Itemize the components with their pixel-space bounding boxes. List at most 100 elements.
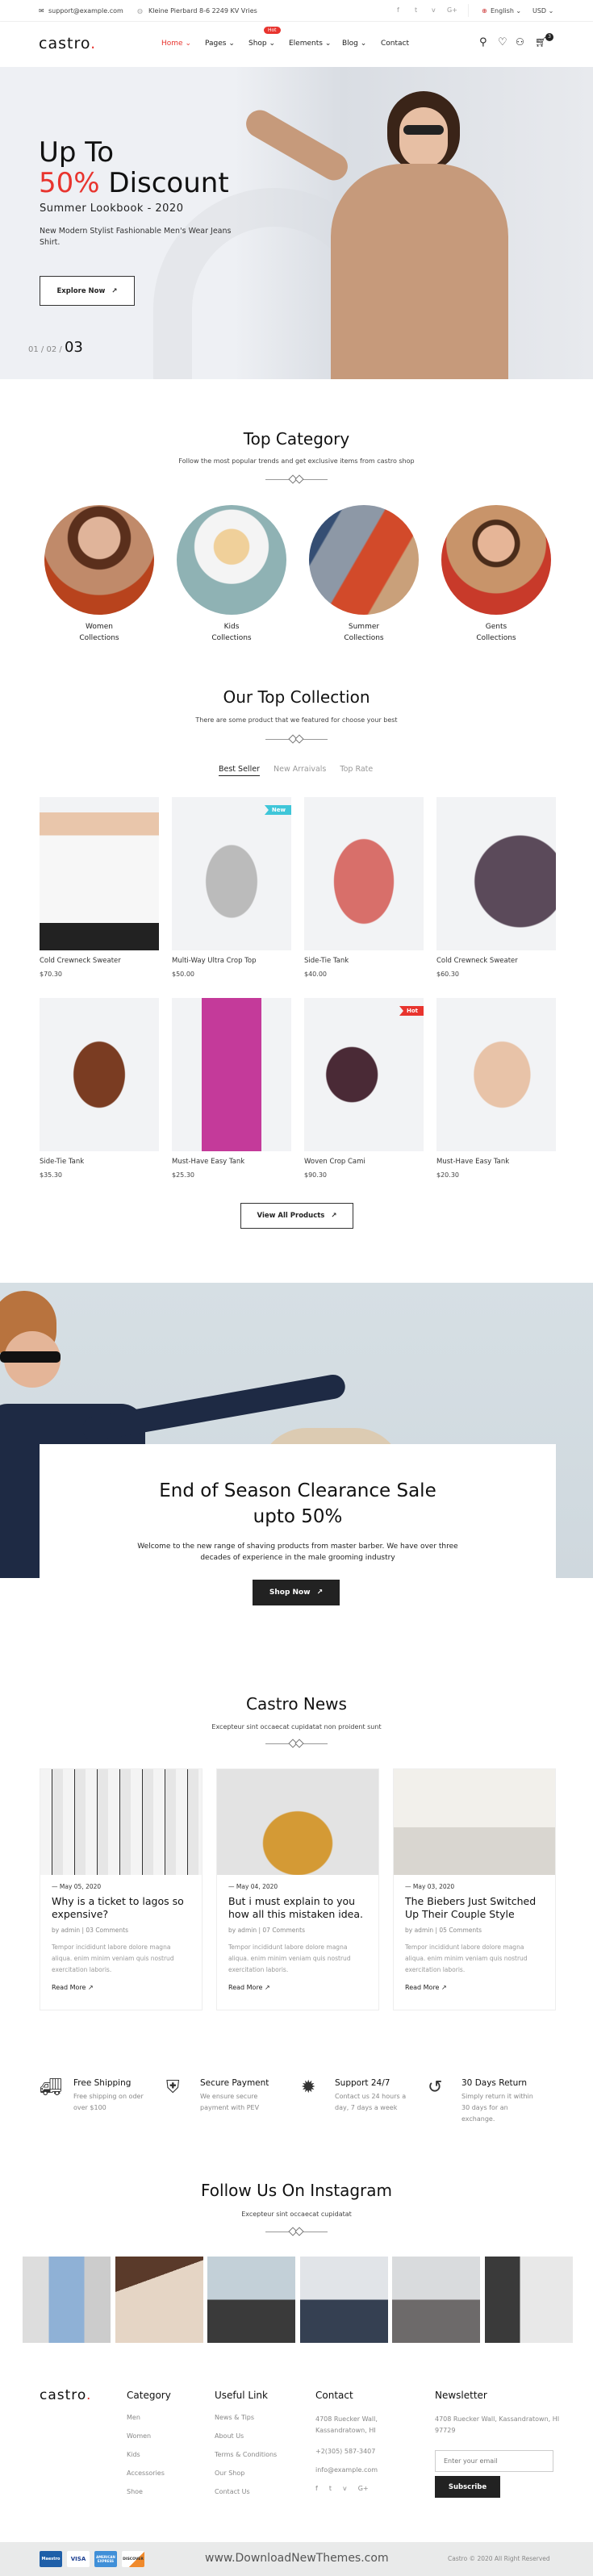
view-all-products-button[interactable]: View All Products ↗ bbox=[240, 1203, 353, 1229]
product-image[interactable] bbox=[304, 797, 424, 950]
search-icon[interactable]: ⚲ bbox=[479, 36, 487, 48]
language-select[interactable]: English ⌄ bbox=[491, 7, 521, 15]
product-image[interactable]: New bbox=[172, 797, 291, 950]
google-plus-icon[interactable]: G+ bbox=[447, 6, 457, 14]
news-image[interactable] bbox=[40, 1769, 202, 1875]
footer-link[interactable]: Men bbox=[127, 2414, 171, 2421]
product-card[interactable]: Side-Tie Tank $35.30 bbox=[40, 998, 159, 1179]
slide-1[interactable]: 01 bbox=[28, 345, 39, 354]
sale-text: Welcome to the new range of shaving prod… bbox=[137, 1543, 458, 1562]
news-image[interactable] bbox=[217, 1769, 378, 1875]
nav-elements[interactable]: Elements ⌄ bbox=[289, 40, 331, 48]
nav-blog[interactable]: Blog ⌄ bbox=[342, 40, 366, 48]
product-name[interactable]: Woven Crop Cami bbox=[304, 1158, 424, 1166]
product-card[interactable]: Cold Crewneck Sweater $70.30 bbox=[40, 797, 159, 978]
footer-contact-email[interactable]: info@example.com bbox=[315, 2466, 396, 2474]
product-name[interactable]: Multi-Way Ultra Crop Top bbox=[172, 957, 291, 965]
category-sub: Collections bbox=[211, 634, 252, 642]
product-card[interactable]: Hot Woven Crop Cami $90.30 bbox=[304, 998, 424, 1179]
product-name[interactable]: Side-Tie Tank bbox=[40, 1158, 159, 1166]
product-name[interactable]: Must-Have Easy Tank bbox=[436, 1158, 556, 1166]
slide-3-active[interactable]: 03 bbox=[65, 339, 83, 356]
footer-link[interactable]: About Us bbox=[215, 2432, 277, 2440]
currency-select[interactable]: USD ⌄ bbox=[532, 7, 553, 15]
footer-link[interactable]: Contact Us bbox=[215, 2488, 277, 2495]
facebook-icon[interactable]: f bbox=[315, 2485, 318, 2492]
news-image[interactable] bbox=[394, 1769, 555, 1875]
google-plus-icon[interactable]: G+ bbox=[358, 2485, 369, 2492]
subscribe-button[interactable]: Subscribe bbox=[435, 2476, 500, 2498]
category-image bbox=[309, 505, 419, 615]
footer-newsletter: Newsletter 4708 Ruecker Wall, Kassandrat… bbox=[435, 2390, 560, 2448]
category-summer[interactable]: Summer Collections bbox=[309, 505, 419, 644]
twitter-icon[interactable]: t bbox=[415, 6, 417, 14]
visa-icon: VISA bbox=[67, 2551, 90, 2567]
instagram-photo[interactable] bbox=[23, 2257, 111, 2343]
product-name[interactable]: Cold Crewneck Sweater bbox=[436, 957, 556, 965]
nav-contact[interactable]: Contact bbox=[381, 40, 409, 48]
news-title[interactable]: But i must explain to you how all this m… bbox=[228, 1895, 367, 1921]
category-kids[interactable]: Kids Collections bbox=[177, 505, 286, 644]
product-name[interactable]: Cold Crewneck Sweater bbox=[40, 957, 159, 965]
product-image[interactable] bbox=[40, 998, 159, 1151]
slide-2[interactable]: 02 bbox=[46, 345, 56, 354]
product-card[interactable]: New Multi-Way Ultra Crop Top $50.00 bbox=[172, 797, 291, 978]
footer-link[interactable]: Terms & Conditions bbox=[215, 2451, 277, 2458]
support-24-7-icon: ✹ bbox=[301, 2077, 316, 2098]
explore-now-button[interactable]: Explore Now ↗ bbox=[40, 276, 135, 306]
product-image[interactable] bbox=[172, 998, 291, 1151]
read-more-link[interactable]: Read More ↗ bbox=[52, 1984, 190, 1991]
logo-text: castro bbox=[39, 35, 91, 52]
facebook-icon[interactable]: f bbox=[397, 6, 399, 14]
footer-link[interactable]: Kids bbox=[127, 2451, 171, 2458]
twitter-icon[interactable]: t bbox=[329, 2485, 332, 2492]
product-price: $40.00 bbox=[304, 971, 327, 978]
language-value: English bbox=[491, 7, 514, 15]
news-author: by admin bbox=[228, 1927, 257, 1934]
footer-link[interactable]: Women bbox=[127, 2432, 171, 2440]
product-card[interactable]: Must-Have Easy Tank $20.30 bbox=[436, 998, 556, 1179]
category-women[interactable]: Women Collections bbox=[44, 505, 154, 644]
nav-pages[interactable]: Pages ⌄ bbox=[205, 40, 235, 48]
tab-new-arrivals[interactable]: New Arraivals bbox=[274, 765, 326, 774]
tab-best-seller[interactable]: Best Seller bbox=[219, 765, 260, 776]
product-card[interactable]: Side-Tie Tank $40.00 bbox=[304, 797, 424, 978]
product-image[interactable]: Hot bbox=[304, 998, 424, 1151]
instagram-photo[interactable] bbox=[299, 2257, 388, 2343]
instagram-photo[interactable] bbox=[115, 2257, 203, 2343]
product-image[interactable] bbox=[436, 797, 556, 950]
news-title[interactable]: The Biebers Just Switched Up Their Coupl… bbox=[405, 1895, 544, 1921]
tab-top-rate[interactable]: Top Rate bbox=[340, 765, 373, 774]
instagram-photo[interactable] bbox=[207, 2257, 295, 2343]
product-card[interactable]: Cold Crewneck Sweater $60.30 bbox=[436, 797, 556, 978]
news-title[interactable]: Why is a ticket to lagos so expensive? bbox=[52, 1895, 190, 1921]
vimeo-icon[interactable]: v bbox=[343, 2485, 347, 2492]
category-gents[interactable]: Gents Collections bbox=[441, 505, 551, 644]
footer-link[interactable]: Accessories bbox=[127, 2470, 171, 2477]
newsletter-email-input[interactable] bbox=[435, 2450, 553, 2472]
product-image[interactable] bbox=[436, 998, 556, 1151]
nav-shop[interactable]: Shop ⌄ bbox=[248, 40, 275, 48]
product-name[interactable]: Must-Have Easy Tank bbox=[172, 1158, 291, 1166]
instagram-photo[interactable] bbox=[484, 2257, 573, 2343]
shop-now-button[interactable]: Shop Now ↗ bbox=[253, 1580, 340, 1605]
heart-icon[interactable]: ♡ bbox=[498, 36, 507, 48]
feature-title: 30 Days Return bbox=[461, 2078, 528, 2088]
category-sub: Collections bbox=[79, 634, 119, 642]
product-name[interactable]: Side-Tie Tank bbox=[304, 957, 424, 965]
feature-text: Contact us 24 hours a day, 7 days a week bbox=[335, 2093, 407, 2111]
support-email[interactable]: support@example.com bbox=[48, 7, 123, 15]
product-image[interactable] bbox=[40, 797, 159, 950]
user-icon[interactable]: ⚇ bbox=[516, 36, 524, 48]
product-card[interactable]: Must-Have Easy Tank $25.30 bbox=[172, 998, 291, 1179]
logo[interactable]: castro. bbox=[39, 35, 96, 52]
footer-link[interactable]: Shoe bbox=[127, 2488, 171, 2495]
footer-logo[interactable]: castro. bbox=[40, 2387, 91, 2403]
read-more-link[interactable]: Read More ↗ bbox=[405, 1984, 544, 1991]
footer-link[interactable]: News & Tips bbox=[215, 2414, 277, 2421]
vimeo-icon[interactable]: v bbox=[432, 6, 436, 14]
nav-home[interactable]: Home ⌄ bbox=[161, 40, 191, 48]
read-more-link[interactable]: Read More ↗ bbox=[228, 1984, 367, 1991]
footer-link[interactable]: Our Shop bbox=[215, 2470, 277, 2477]
instagram-photo[interactable] bbox=[392, 2257, 480, 2343]
